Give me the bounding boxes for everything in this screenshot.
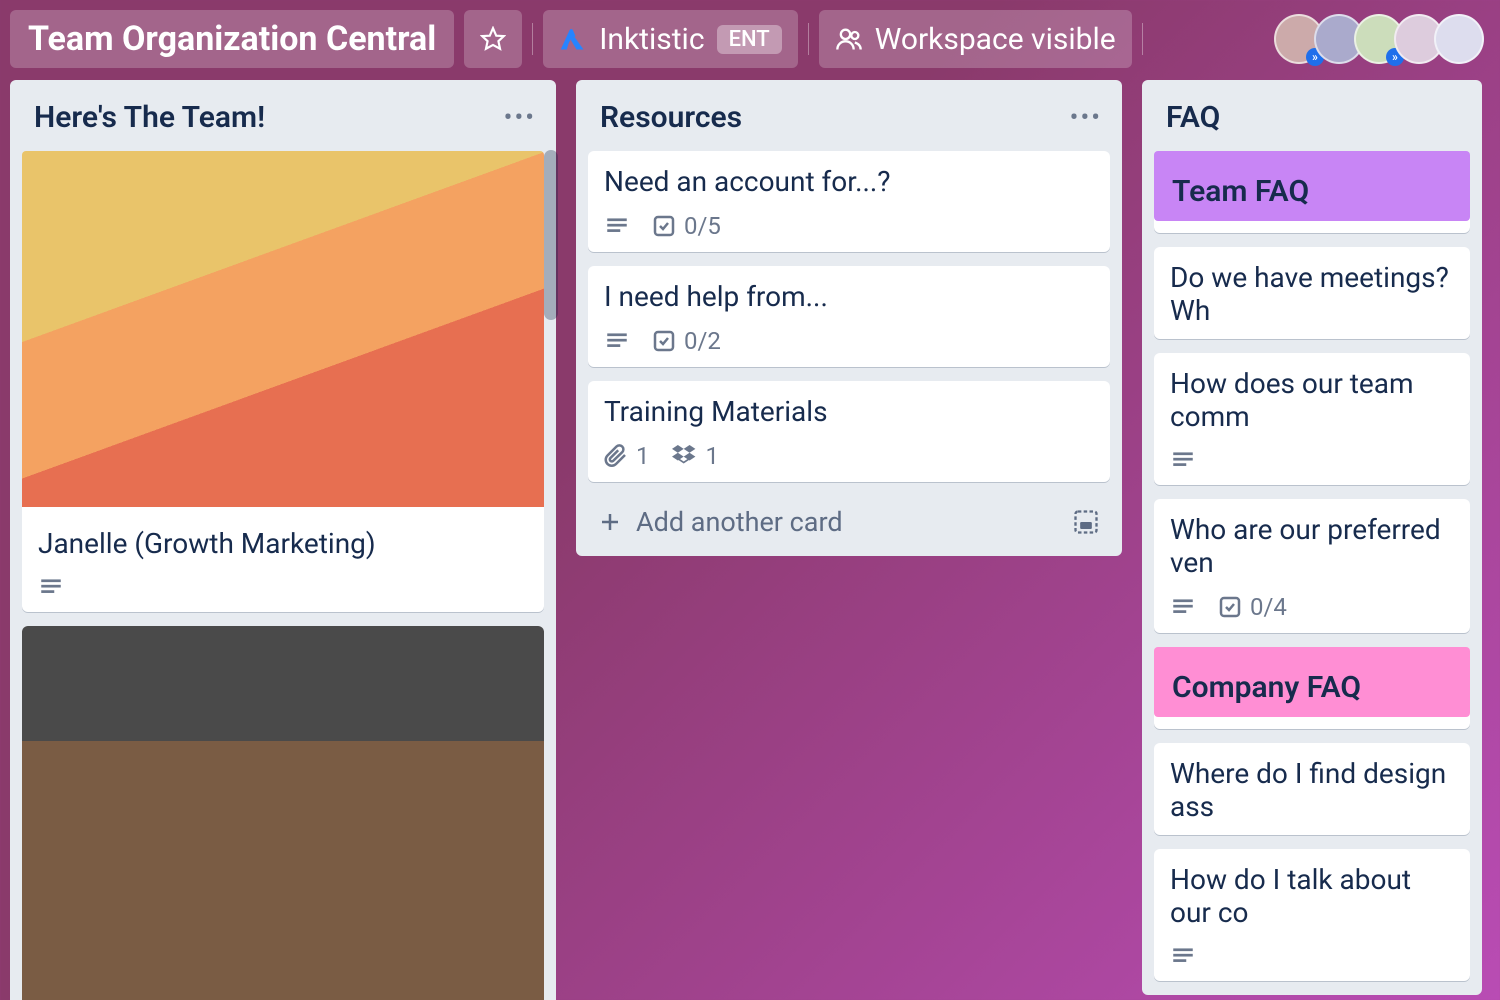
list-header: Here's The Team! •••	[22, 94, 544, 137]
list-scrollbar[interactable]	[544, 150, 558, 320]
card-badges	[1170, 443, 1454, 473]
card-title: Who are our preferred ven	[1170, 513, 1454, 579]
board-members[interactable]: » »	[1284, 14, 1490, 64]
add-card-label: Add another card	[636, 506, 843, 538]
separator	[532, 23, 533, 55]
template-icon	[1072, 508, 1100, 536]
people-icon	[835, 25, 863, 53]
card-badges: 1 1	[604, 438, 1094, 470]
visibility-label: Workspace visible	[875, 22, 1116, 57]
list-heres-the-team: Here's The Team! ••• Janelle (Growth Mar…	[10, 80, 556, 1000]
card-badges: 0/4	[1170, 589, 1454, 621]
list-menu-button[interactable]: •••	[504, 103, 536, 133]
star-icon	[480, 26, 506, 52]
card-cover-image	[22, 151, 544, 507]
card-team-member-2[interactable]	[22, 626, 544, 1000]
card-badges	[38, 570, 528, 600]
checklist-count: 0/5	[684, 212, 721, 240]
card-talk-about-co[interactable]: How do I talk about our co	[1154, 849, 1470, 981]
card-title: Company FAQ	[1172, 670, 1361, 705]
card-design-assets[interactable]: Where do I find design ass	[1154, 743, 1470, 835]
board-title[interactable]: Team Organization Central	[10, 10, 454, 68]
list-faq: FAQ Team FAQ Do we have meetings? Wh How…	[1142, 80, 1482, 995]
card-cover-image	[22, 626, 544, 1000]
card-badges: 0/5	[604, 208, 1094, 240]
card-meetings[interactable]: Do we have meetings? Wh	[1154, 247, 1470, 339]
separator	[1142, 23, 1143, 55]
checklist-badge: 0/4	[1218, 593, 1287, 621]
description-icon	[604, 213, 630, 239]
card-template-button[interactable]	[1072, 508, 1100, 536]
dropbox-icon	[672, 443, 698, 469]
card-title: Janelle (Growth Marketing)	[38, 527, 528, 560]
plus-icon	[598, 510, 622, 534]
description-icon	[38, 574, 64, 600]
list-header: FAQ	[1154, 94, 1470, 137]
attachment-badge: 1	[604, 442, 650, 470]
workspace-button[interactable]: Inktistic ENT	[543, 10, 797, 68]
star-button[interactable]	[464, 10, 522, 68]
checklist-icon	[1218, 595, 1242, 619]
card-team-comm[interactable]: How does our team comm	[1154, 353, 1470, 485]
workspace-name: Inktistic	[599, 22, 704, 57]
card-title: Where do I find design ass	[1170, 757, 1454, 823]
description-icon	[604, 328, 630, 354]
list-title[interactable]: FAQ	[1166, 100, 1220, 135]
list-menu-button[interactable]: •••	[1070, 103, 1102, 133]
card-title: Training Materials	[604, 395, 1094, 428]
list-resources: Resources ••• Need an account for...? 0/…	[576, 80, 1122, 556]
list-title[interactable]: Resources	[600, 100, 742, 135]
card-title: How does our team comm	[1170, 367, 1454, 433]
card-title: Team FAQ	[1172, 174, 1309, 209]
visibility-button[interactable]: Workspace visible	[819, 10, 1132, 68]
card-need-account[interactable]: Need an account for...? 0/5	[588, 151, 1110, 252]
checklist-count: 0/4	[1250, 593, 1287, 621]
atlassian-icon	[559, 25, 587, 53]
card-label-pink: Company FAQ	[1154, 647, 1470, 717]
separator	[808, 23, 809, 55]
card-training-materials[interactable]: Training Materials 1 1	[588, 381, 1110, 482]
card-title: Do we have meetings? Wh	[1170, 261, 1454, 327]
checklist-count: 0/2	[684, 327, 721, 355]
avatar[interactable]	[1434, 14, 1484, 64]
description-icon	[1170, 447, 1196, 473]
board-title-text: Team Organization Central	[28, 19, 436, 59]
card-badges: 0/2	[604, 323, 1094, 355]
card-preferred-vendors[interactable]: Who are our preferred ven 0/4	[1154, 499, 1470, 633]
checklist-badge: 0/2	[652, 327, 721, 355]
card-label-purple: Team FAQ	[1154, 151, 1470, 221]
card-badges	[1170, 939, 1454, 969]
checklist-icon	[652, 329, 676, 353]
card-title: I need help from...	[604, 280, 1094, 313]
checklist-icon	[652, 214, 676, 238]
dropbox-count: 1	[706, 442, 720, 470]
card-company-faq-label[interactable]: Company FAQ	[1154, 647, 1470, 729]
card-title: Need an account for...?	[604, 165, 1094, 198]
dropbox-badge: 1	[672, 442, 720, 470]
list-footer: Add another card	[588, 496, 1110, 542]
list-header: Resources •••	[588, 94, 1110, 137]
checklist-badge: 0/5	[652, 212, 721, 240]
paperclip-icon	[604, 444, 628, 468]
list-title[interactable]: Here's The Team!	[34, 100, 265, 135]
board-canvas: Here's The Team! ••• Janelle (Growth Mar…	[10, 80, 1500, 1000]
workspace-badge: ENT	[717, 25, 782, 54]
card-team-faq-label[interactable]: Team FAQ	[1154, 151, 1470, 233]
description-icon	[1170, 594, 1196, 620]
card-janelle[interactable]: Janelle (Growth Marketing)	[22, 151, 544, 612]
board-header: Team Organization Central Inktistic ENT …	[10, 10, 1500, 80]
card-title: How do I talk about our co	[1170, 863, 1454, 929]
add-card-button[interactable]: Add another card	[598, 506, 843, 538]
attachment-count: 1	[636, 442, 650, 470]
card-need-help[interactable]: I need help from... 0/2	[588, 266, 1110, 367]
description-icon	[1170, 943, 1196, 969]
